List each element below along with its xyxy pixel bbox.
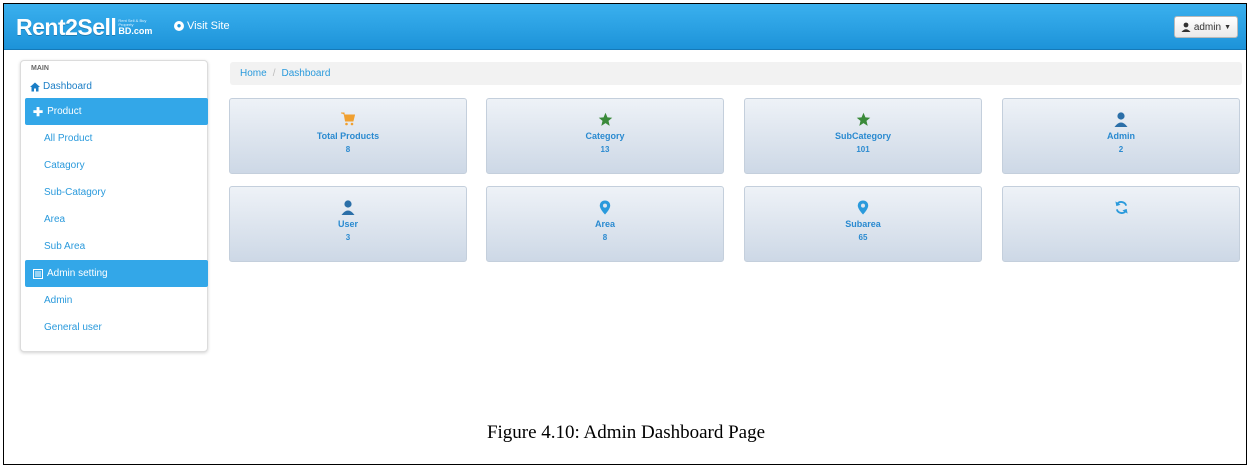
globe-icon: ● [174,21,184,31]
visit-site-label: Visit Site [187,20,230,32]
tile-value: 2 [1118,145,1124,154]
breadcrumb-home-link[interactable]: Home [240,68,267,79]
sidebar-header: MAIN [31,65,49,72]
stat-tile-area[interactable]: Area 8 [486,186,724,262]
top-navbar: Rent2Sell Rent Sell & Buy Property BD.co… [4,4,1246,50]
sidebar: MAIN Dashboard ✚ Product All Product Cat… [20,60,208,352]
screenshot-frame: Rent2Sell Rent Sell & Buy Property BD.co… [3,3,1247,465]
tile-label: Total Products [316,131,380,141]
sidebar-item-label: Admin setting [47,268,108,279]
brand-domain: BD.com [118,25,153,36]
sidebar-item-sub-area[interactable]: Sub Area [21,233,207,260]
tile-label: User [337,219,358,229]
sidebar-item-area[interactable]: Area [21,206,207,233]
sidebar-item-sub-catagory[interactable]: Sub-Catagory [21,179,207,206]
user-icon [1181,22,1191,32]
sidebar-item-general-user[interactable]: General user [21,314,207,341]
stat-tile-admin[interactable]: Admin 2 [1002,98,1240,174]
breadcrumb: Home / Dashboard [230,62,1242,85]
brand-name: Rent2Sell [16,13,117,40]
figure-caption: Figure 4.10: Admin Dashboard Page [486,422,766,443]
map-marker-icon [857,197,869,217]
tile-value: 3 [345,233,351,242]
admin-user-menu[interactable]: admin ▼ [1173,16,1238,38]
tile-value: 65 [858,233,868,242]
cart-icon [341,109,355,129]
stat-tile-refresh[interactable] [1002,186,1240,262]
plus-icon: ✚ [33,104,44,119]
stat-tile-subcategory[interactable]: SubCategory 101 [744,98,982,174]
home-icon [30,82,40,91]
stat-tile-user[interactable]: User 3 [229,186,467,262]
sidebar-item-admin[interactable]: Admin [21,287,207,314]
user-icon [341,197,355,217]
tile-value: 13 [600,145,610,154]
tile-value: 101 [856,145,870,154]
visit-site-link[interactable]: ● Visit Site [174,20,230,32]
breadcrumb-current: Dashboard [281,68,331,79]
sidebar-item-label: Product [47,106,82,117]
map-marker-icon [599,197,611,217]
admin-menu-label: admin [1193,21,1222,33]
sidebar-section-admin-setting[interactable]: Admin setting [25,260,208,287]
breadcrumb-separator: / [272,68,276,79]
tile-label: SubCategory [834,131,891,141]
stat-tile-total-products[interactable]: Total Products 8 [229,98,467,174]
sidebar-item-label: Dashboard [43,81,92,92]
sidebar-item-dashboard[interactable]: Dashboard [21,75,207,98]
star-icon [856,109,871,129]
refresh-icon [1114,197,1129,217]
tile-label: Subarea [845,219,881,229]
sidebar-section-product[interactable]: ✚ Product [25,98,208,125]
sidebar-item-all-product[interactable]: All Product [21,125,207,152]
brand-side: Rent Sell & Buy Property BD.com [118,18,153,36]
brand-logo[interactable]: Rent2Sell Rent Sell & Buy Property BD.co… [16,12,152,42]
user-icon [1114,109,1128,129]
tile-label: Area [594,219,615,229]
list-alt-icon [33,268,43,279]
tile-value: 8 [602,233,608,242]
star-icon [598,109,613,129]
tile-label: Category [585,131,625,141]
stat-tile-category[interactable]: Category 13 [486,98,724,174]
stat-tile-subarea[interactable]: Subarea 65 [744,186,982,262]
tile-label: Admin [1107,131,1135,141]
sidebar-item-catagory[interactable]: Catagory [21,152,207,179]
caret-down-icon: ▼ [1224,23,1231,31]
tile-value: 8 [345,145,351,154]
